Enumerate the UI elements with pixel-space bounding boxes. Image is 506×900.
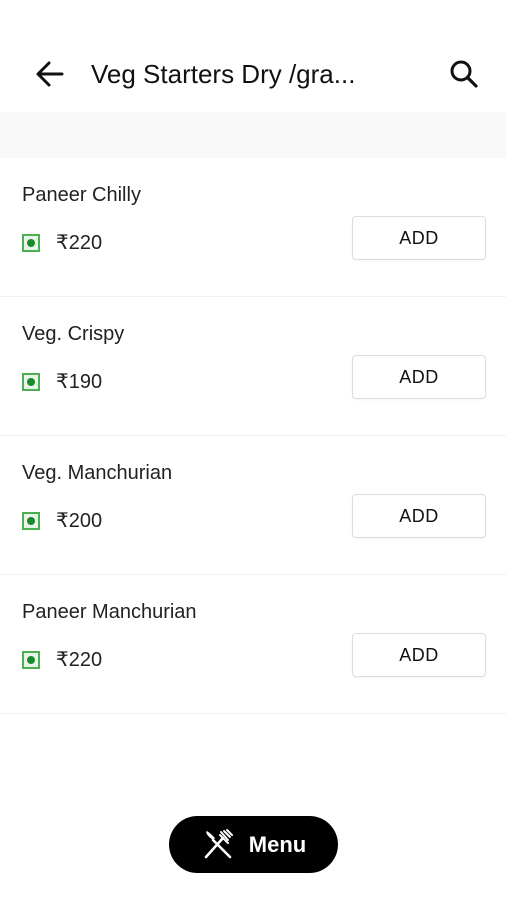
arrow-left-icon xyxy=(36,61,64,87)
veg-indicator-icon xyxy=(22,651,40,669)
item-name: Paneer Manchurian xyxy=(22,601,197,623)
list-item: Paneer Manchurian ₹220 ADD xyxy=(0,575,506,714)
add-button[interactable]: ADD xyxy=(352,216,486,260)
section-divider xyxy=(0,112,506,158)
item-price: ₹200 xyxy=(56,510,103,532)
add-button[interactable]: ADD xyxy=(352,355,486,399)
app-header: Veg Starters Dry /gra... xyxy=(0,0,506,112)
menu-item-list: Paneer Chilly ₹220 ADD Veg. Crispy ₹190 … xyxy=(0,158,506,714)
fork-knife-icon xyxy=(204,828,233,858)
item-name: Veg. Crispy xyxy=(22,323,125,345)
item-price: ₹220 xyxy=(56,649,103,671)
list-item: Veg. Crispy ₹190 ADD xyxy=(0,297,506,436)
item-name: Paneer Chilly xyxy=(22,184,141,206)
list-item: Paneer Chilly ₹220 ADD xyxy=(0,158,506,297)
menu-button[interactable]: Menu xyxy=(169,816,338,873)
add-button[interactable]: ADD xyxy=(352,494,486,538)
item-name: Veg. Manchurian xyxy=(22,462,173,484)
back-button[interactable] xyxy=(28,52,72,96)
search-icon xyxy=(450,60,478,88)
list-item: Veg. Manchurian ₹200 ADD xyxy=(0,436,506,575)
page-title: Veg Starters Dry /gra... xyxy=(91,59,356,89)
item-price: ₹190 xyxy=(56,371,103,393)
veg-indicator-icon xyxy=(22,234,40,252)
item-price: ₹220 xyxy=(56,232,103,254)
veg-indicator-icon xyxy=(22,373,40,391)
menu-button-label: Menu xyxy=(248,831,307,857)
veg-indicator-icon xyxy=(22,512,40,530)
search-button[interactable] xyxy=(442,52,486,96)
add-button[interactable]: ADD xyxy=(352,633,486,677)
